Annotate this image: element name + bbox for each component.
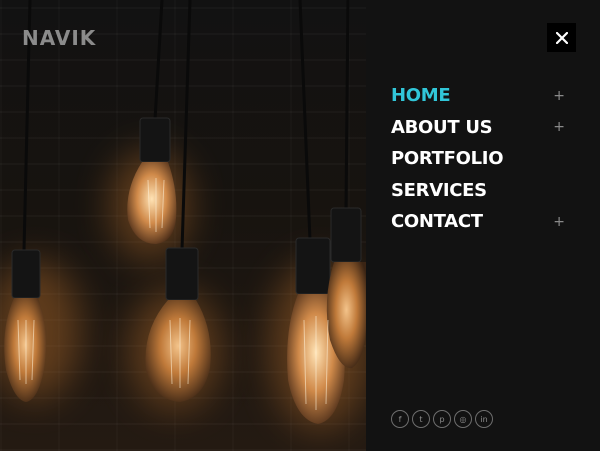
pinterest-icon[interactable]: p	[433, 410, 451, 428]
menu-item-home[interactable]: HOME +	[391, 80, 571, 112]
linkedin-icon[interactable]: in	[475, 410, 493, 428]
menu-item-about-us[interactable]: ABOUT US +	[391, 112, 571, 144]
plus-icon[interactable]: +	[553, 120, 565, 134]
social-links: f t p ◎ in	[391, 410, 493, 428]
close-icon	[555, 31, 568, 44]
facebook-icon[interactable]: f	[391, 410, 409, 428]
menu-item-label: PORTFOLIO	[391, 148, 504, 170]
menu-item-contact[interactable]: CONTACT +	[391, 206, 571, 238]
page: NAVIK HOME + ABOUT US + PORTFOLIO SERVIC…	[0, 0, 600, 451]
menu-item-label: ABOUT US	[391, 116, 493, 138]
instagram-icon[interactable]: ◎	[454, 410, 472, 428]
menu-item-label: HOME	[391, 85, 451, 107]
plus-icon[interactable]: +	[553, 215, 565, 229]
bulbs-illustration	[4, 0, 366, 424]
close-button[interactable]	[547, 23, 576, 52]
hero-image: NAVIK	[0, 0, 366, 451]
brand-logo[interactable]: NAVIK	[22, 26, 96, 50]
twitter-icon[interactable]: t	[412, 410, 430, 428]
menu-item-label: CONTACT	[391, 211, 483, 233]
menu-item-portfolio[interactable]: PORTFOLIO	[391, 143, 571, 175]
menu-item-services[interactable]: SERVICES	[391, 175, 571, 207]
main-menu: HOME + ABOUT US + PORTFOLIO SERVICES CON…	[391, 80, 571, 238]
plus-icon[interactable]: +	[553, 89, 565, 103]
menu-item-label: SERVICES	[391, 179, 487, 201]
